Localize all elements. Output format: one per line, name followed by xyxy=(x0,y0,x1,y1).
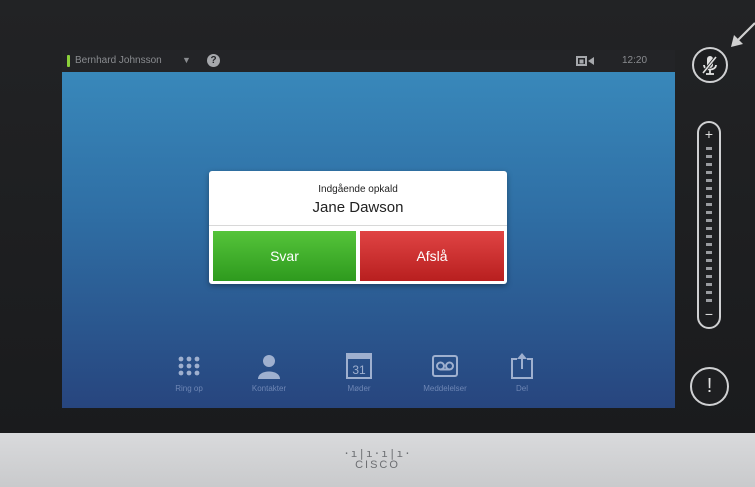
dock-item-messages[interactable]: Meddelelser xyxy=(410,353,480,393)
help-icon[interactable]: ? xyxy=(207,54,220,67)
dock-item-meetings[interactable]: 31 Møder xyxy=(324,353,394,393)
keypad-icon xyxy=(178,356,200,376)
dock-item-share[interactable]: Del xyxy=(487,353,557,393)
voicemail-icon xyxy=(432,355,458,377)
decline-call-button[interactable]: Afslå xyxy=(360,231,504,281)
presence-indicator xyxy=(67,55,70,67)
dock-label: Ring op xyxy=(175,384,203,393)
dock-item-contacts[interactable]: Kontakter xyxy=(234,353,304,393)
user-name[interactable]: Bernhard Johnsson xyxy=(75,55,162,66)
dialog-divider xyxy=(209,225,507,226)
user-menu-caret-icon[interactable]: ▼ xyxy=(182,55,191,65)
pointer-arrow-icon xyxy=(731,22,755,47)
clock: 12:20 xyxy=(622,55,648,66)
mute-button[interactable] xyxy=(692,47,728,83)
incoming-call-dialog: Indgående opkald Jane Dawson Svar Afslå xyxy=(209,171,507,284)
volume-level-ticks xyxy=(706,147,712,302)
volume-slider[interactable]: + − xyxy=(697,121,721,329)
microphone-muted-icon xyxy=(701,55,718,75)
share-icon xyxy=(511,353,533,379)
alert-button[interactable]: ! xyxy=(690,367,729,406)
dock-label: Meddelelser xyxy=(423,384,467,393)
camera-icon[interactable] xyxy=(576,56,594,66)
touch-screen: Bernhard Johnsson ▼ ? 12:20 Indgående op… xyxy=(62,50,675,408)
dock-item-call[interactable]: Ring op xyxy=(154,353,224,393)
accept-call-button[interactable]: Svar xyxy=(213,231,356,281)
calendar-day: 31 xyxy=(352,363,366,377)
dock-label: Kontakter xyxy=(251,384,287,393)
caller-name: Jane Dawson xyxy=(312,199,404,216)
dock-label: Møder xyxy=(347,384,371,393)
dock-label: Del xyxy=(515,384,528,393)
cisco-logo: ·ı|ı·ı|ı· CISCO xyxy=(0,448,755,471)
status-bar: Bernhard Johnsson ▼ ? 12:20 xyxy=(62,50,675,72)
dialog-title: Indgående opkald xyxy=(318,184,398,195)
volume-down-icon[interactable]: − xyxy=(699,307,719,321)
cisco-logo-bars: ·ı|ı·ı|ı· xyxy=(343,447,412,460)
cisco-logo-text: CISCO xyxy=(355,459,400,471)
calendar-icon: 31 xyxy=(346,353,372,379)
person-icon xyxy=(258,355,280,379)
volume-up-icon[interactable]: + xyxy=(699,127,719,141)
